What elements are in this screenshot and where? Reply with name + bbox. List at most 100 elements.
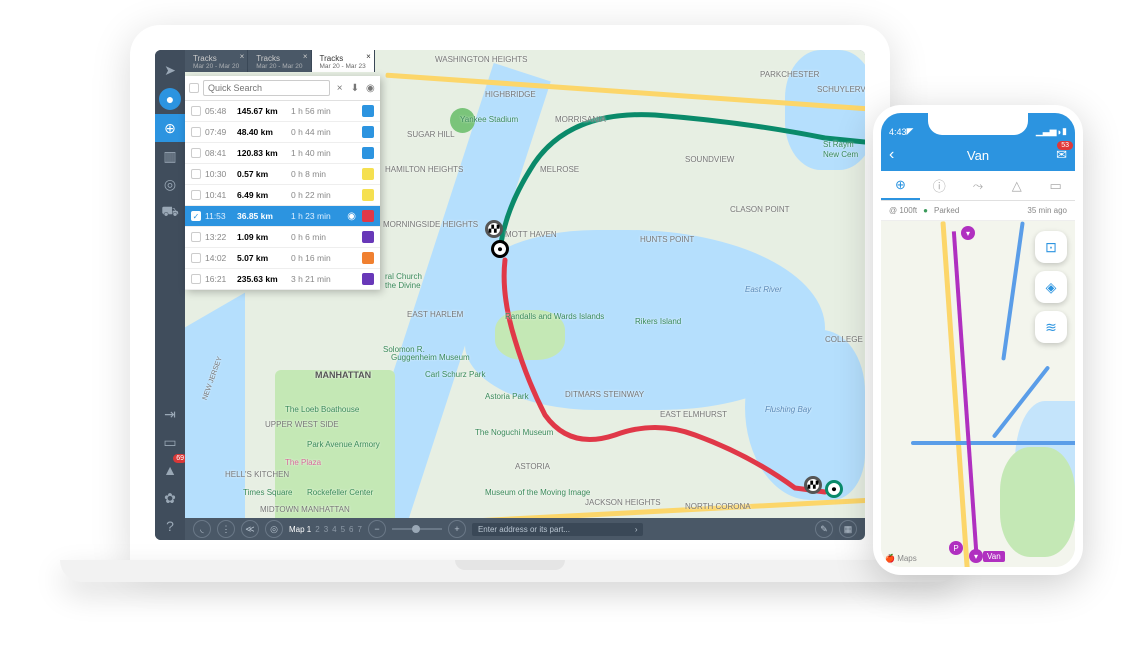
track-color-swatch[interactable] [362,252,374,264]
share-icon[interactable]: ≪ [241,520,259,538]
back-icon[interactable]: ‹ [889,146,894,164]
phone-tab-route[interactable]: ⤳ [959,171,998,200]
map-label: DITMARS STEINWAY [565,390,644,399]
track-checkbox[interactable] [191,190,201,200]
phone-tab-bell[interactable]: △ [997,171,1036,200]
track-color-swatch[interactable] [362,210,374,222]
track-row[interactable]: 05:48 145.67 km 1 h 56 min [185,101,380,122]
track-row[interactable]: 08:41 120.83 km 1 h 40 min [185,143,380,164]
nav-stats-icon[interactable]: ▥ [155,142,185,170]
map-label: JACKSON HEIGHTS [585,498,661,507]
map-label: SUGAR HILL [407,130,455,139]
phone-tab-chat[interactable]: ▭ [1036,171,1075,200]
clear-search-icon[interactable]: × [334,80,345,96]
map-label: UPPER WEST SIDE [265,420,339,429]
track-end-marker-a[interactable]: ▞▞ [804,476,822,494]
close-icon[interactable]: × [303,52,308,61]
track-color-swatch[interactable] [362,105,374,117]
track-color-swatch[interactable] [362,231,374,243]
track-color-swatch[interactable] [362,168,374,180]
phone-parking-marker[interactable]: P [949,541,963,555]
phone-tab-info[interactable]: ⓘ [920,171,959,200]
nav-arrow-icon[interactable]: ➤ [155,56,185,84]
track-row[interactable]: 10:30 0.57 km 0 h 8 min [185,164,380,185]
locate-icon[interactable]: ◎ [265,520,283,538]
location-icon: ◤ [907,126,914,137]
map-label: Yankee Stadium [460,115,518,124]
nav-export-icon[interactable]: ⇥ [155,400,185,428]
close-icon[interactable]: × [366,52,371,61]
phone-tab-globe[interactable]: ⊕ [881,171,920,200]
map-label: MOTT HAVEN [505,230,557,239]
track-checkbox[interactable] [191,274,201,284]
map-label: MANHATTAN [315,370,371,380]
track-color-swatch[interactable] [362,126,374,138]
track-checkbox[interactable] [191,253,201,263]
nav-car-icon[interactable]: ⛟ [155,198,185,226]
mail-icon[interactable]: ✉53 [1056,147,1067,163]
nav-user-icon[interactable]: ● [159,88,181,110]
track-checkbox[interactable] [191,169,201,179]
select-all-checkbox[interactable] [189,83,199,93]
laptop-frame: ➤ ● ⊕ ▥ ◎ ⛟ ⇥ ▭ ▲ ✿ ? [130,25,890,565]
visibility-icon[interactable]: ◉ [365,80,376,96]
nav-chat-icon[interactable]: ▭ [155,428,185,456]
nav-gear-icon[interactable]: ✿ [155,484,185,512]
map-label: the Divine [385,281,421,290]
track-checkbox[interactable] [191,148,201,158]
tab-tracks-3[interactable]: TracksMar 20 - Mar 23× [312,50,375,72]
compass-icon[interactable]: ✎ [815,520,833,538]
tab-tracks-1[interactable]: TracksMar 20 - Mar 20× [185,50,248,72]
eye-icon[interactable]: ◉ [347,211,356,222]
phone-fab-locate[interactable]: ◈ [1035,271,1067,303]
track-row[interactable]: 07:49 48.40 km 0 h 44 min [185,122,380,143]
phone-map[interactable]: ▾ P ▾ Van ⊡ ◈ ≋ 🍎 Maps [881,221,1075,567]
track-end-marker-b[interactable]: ⏺ [825,480,843,498]
track-time: 11:53 [205,211,233,221]
nav-globe-icon[interactable]: ⊕ [155,114,185,142]
zoom-slider[interactable] [392,528,442,530]
track-row[interactable]: 14:02 5.07 km 0 h 16 min [185,248,380,269]
nav-help-icon[interactable]: ? [155,512,185,540]
phone-fab-layers[interactable]: ≋ [1035,311,1067,343]
close-icon[interactable]: × [240,52,245,61]
track-time: 05:48 [205,106,233,116]
zoom-in-icon[interactable]: + [448,520,466,538]
phone-end-marker[interactable]: ▾ [969,549,983,563]
track-checkbox[interactable] [191,106,201,116]
track-row[interactable]: 10:41 6.49 km 0 h 22 min [185,185,380,206]
nav-pin-icon[interactable]: ◎ [155,170,185,198]
track-distance: 1.09 km [237,232,287,242]
track-row[interactable]: 16:21 235.63 km 3 h 21 min [185,269,380,290]
track-checkbox[interactable]: ✓ [191,211,201,221]
track-time: 13:22 [205,232,233,242]
layers-icon[interactable]: ▦ [839,520,857,538]
phone-fab-route[interactable]: ⊡ [1035,231,1067,263]
track-color-swatch[interactable] [362,273,374,285]
track-checkbox[interactable] [191,127,201,137]
map-label: Times Square [243,488,293,497]
tab-tracks-2[interactable]: TracksMar 20 - Mar 20× [248,50,311,72]
nav-bell-icon[interactable]: ▲ [155,456,185,484]
track-checkbox[interactable] [191,232,201,242]
track-row[interactable]: ✓ 11:53 36.85 km 1 h 23 min ◉ [185,206,380,227]
maps-attribution: 🍎 Maps [885,554,917,563]
info-icon[interactable]: ⋮ [217,520,235,538]
search-input[interactable] [203,80,330,96]
phone-unit-label[interactable]: Van [983,551,1005,562]
track-row[interactable]: 13:22 1.09 km 0 h 6 min [185,227,380,248]
track-time: 08:41 [205,148,233,158]
phone-unit-marker[interactable]: ▾ [961,226,975,240]
track-distance: 36.85 km [237,211,287,221]
track-duration: 0 h 6 min [291,232,358,242]
desktop-screen: ➤ ● ⊕ ▥ ◎ ⛟ ⇥ ▭ ▲ ✿ ? [155,50,865,540]
ruler-icon[interactable]: ◟ [193,520,211,538]
download-icon[interactable]: ⬇ [349,80,360,96]
address-input[interactable]: Enter address or its part...› [472,523,644,536]
map-label: East River [745,285,782,294]
map-label: HAMILTON HEIGHTS [385,165,463,174]
track-color-swatch[interactable] [362,189,374,201]
track-color-swatch[interactable] [362,147,374,159]
track-start-marker[interactable]: ⏺ [491,240,509,258]
zoom-out-icon[interactable]: − [368,520,386,538]
